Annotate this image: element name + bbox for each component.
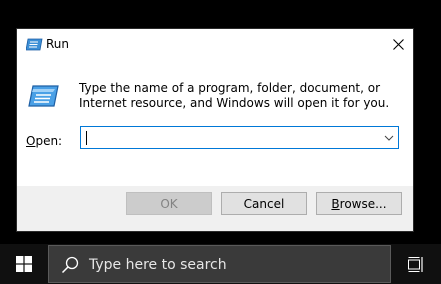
taskbar: Type here to search (0, 244, 441, 284)
dialog-body: Type the name of a program, folder, docu… (17, 60, 413, 186)
run-icon (28, 85, 59, 107)
text-cursor (86, 131, 87, 145)
open-label: Open: (26, 134, 63, 148)
dialog-description: Type the name of a program, folder, docu… (79, 81, 390, 110)
close-icon (392, 39, 404, 50)
open-input[interactable] (82, 128, 380, 147)
search-placeholder: Type here to search (89, 257, 227, 273)
chevron-down-icon[interactable] (384, 133, 394, 143)
close-button[interactable] (383, 29, 413, 60)
cancel-button[interactable]: Cancel (221, 192, 307, 215)
dialog-title: Run (46, 37, 70, 51)
run-dialog: Run Type the name of a program, folder, … (16, 28, 414, 232)
task-view-button[interactable] (398, 244, 434, 284)
title-bar[interactable]: Run (17, 29, 413, 60)
search-icon (61, 256, 79, 274)
browse-button[interactable]: Browse... (316, 192, 402, 215)
ok-button[interactable]: OK (126, 192, 212, 215)
start-button[interactable] (0, 244, 48, 284)
task-view-icon (408, 256, 423, 272)
run-icon (26, 38, 43, 51)
open-combobox[interactable] (80, 126, 399, 149)
taskbar-search-box[interactable]: Type here to search (48, 245, 391, 283)
windows-logo-icon (16, 256, 32, 272)
